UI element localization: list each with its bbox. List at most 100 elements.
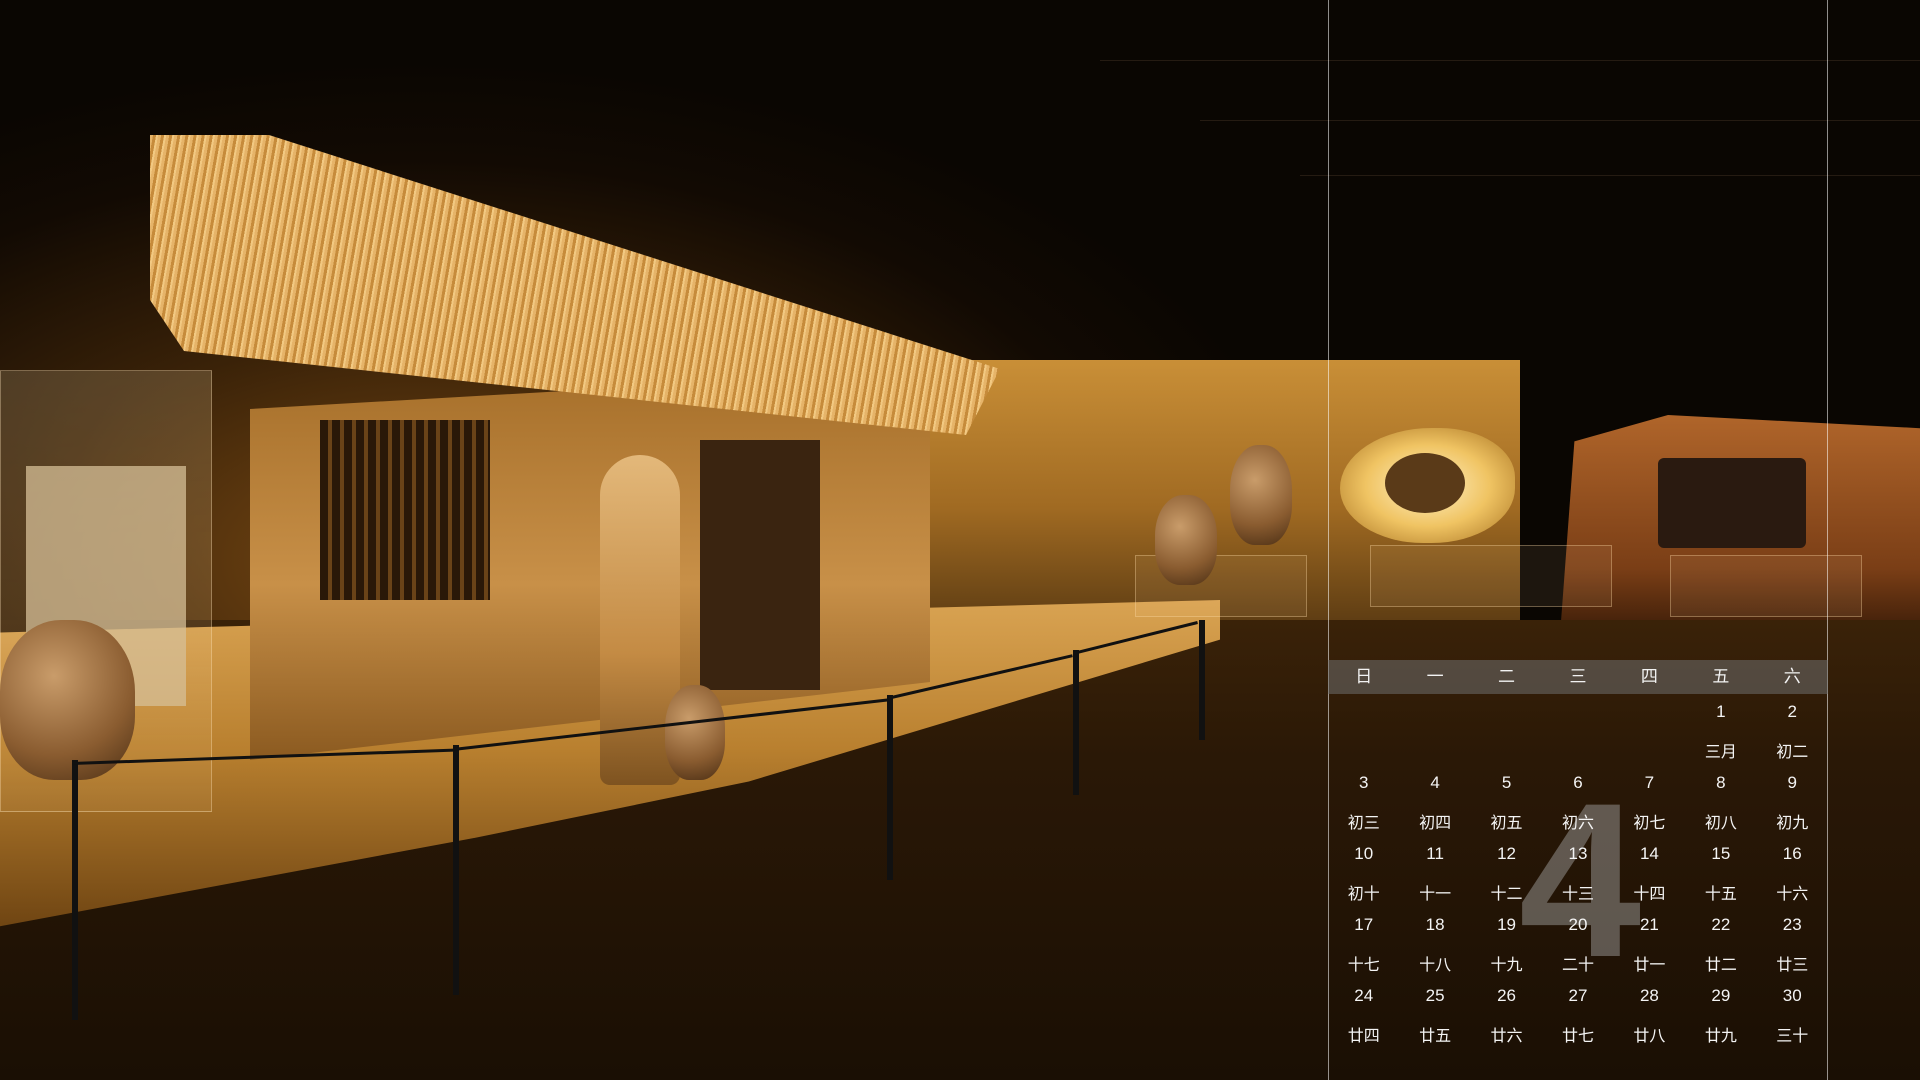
solar-day-number: 21 bbox=[1639, 915, 1659, 934]
solar-day-number: 18 bbox=[1425, 915, 1445, 934]
lunar-day-label: 初七 bbox=[1633, 813, 1666, 832]
lunar-day-label: 廿二 bbox=[1704, 955, 1737, 974]
calendar-empty-cell bbox=[1399, 696, 1470, 767]
solar-day-number: 2 bbox=[1787, 702, 1797, 721]
lunar-day-label: 初八 bbox=[1704, 813, 1737, 832]
barrier-post bbox=[1199, 620, 1205, 740]
weekday-label: 四 bbox=[1640, 667, 1658, 687]
calendar-day-cell: 25 廿五 bbox=[1399, 980, 1470, 1051]
calendar-day-cell: 27 廿七 bbox=[1542, 980, 1613, 1051]
calendar-day-cell: 10 初十 bbox=[1328, 838, 1399, 909]
weekday-label: 六 bbox=[1783, 667, 1801, 687]
calendar-day-cell: 8 初八 bbox=[1685, 767, 1756, 838]
lunar-day-label: 初三 bbox=[1347, 813, 1380, 832]
barrier-post bbox=[72, 760, 78, 1020]
solar-day-number: 17 bbox=[1354, 915, 1374, 934]
solar-day-number: 22 bbox=[1711, 915, 1731, 934]
calendar-day-cell: 14 十四 bbox=[1614, 838, 1685, 909]
lunar-day-label: 廿七 bbox=[1561, 1026, 1594, 1045]
calendar-day-cell: 26 廿六 bbox=[1471, 980, 1542, 1051]
calendar-day-cell: 29 廿九 bbox=[1685, 980, 1756, 1051]
calendar-week-row: 3 初三 4 初四 5 初五 6 初六 7 初七 8 初八 9 初九 bbox=[1328, 767, 1828, 838]
lunar-day-label: 廿五 bbox=[1419, 1026, 1452, 1045]
calendar-day-cell: 17 十七 bbox=[1328, 909, 1399, 980]
calendar-empty-cell bbox=[1471, 696, 1542, 767]
solar-day-number: 27 bbox=[1568, 986, 1588, 1005]
calendar-week-row: 17 十七 18 十八 19 十九 20 二十 21 廿一 22 廿二 23 廿三 bbox=[1328, 909, 1828, 980]
solar-day-number: 12 bbox=[1497, 844, 1517, 863]
lunar-day-label: 廿四 bbox=[1347, 1026, 1380, 1045]
solar-day-number: 28 bbox=[1639, 986, 1659, 1005]
thatched-hut-roof bbox=[150, 135, 1000, 435]
calendar-empty-cell bbox=[1328, 696, 1399, 767]
calendar-day-cell: 5 初五 bbox=[1471, 767, 1542, 838]
clay-jar bbox=[665, 685, 725, 780]
calendar-day-cell: 20 二十 bbox=[1542, 909, 1613, 980]
lunar-day-label: 初四 bbox=[1419, 813, 1452, 832]
solar-day-number: 13 bbox=[1568, 844, 1588, 863]
lunar-day-label: 十一 bbox=[1419, 884, 1452, 903]
calendar-day-cell: 7 初七 bbox=[1614, 767, 1685, 838]
calendar-week-row: 24 廿四 25 廿五 26 廿六 27 廿七 28 廿八 29 廿九 30 三十 bbox=[1328, 980, 1828, 1051]
calendar-day-cell: 1 三月 bbox=[1685, 696, 1756, 767]
solar-day-number: 11 bbox=[1426, 844, 1444, 863]
lunar-day-label: 十三 bbox=[1561, 884, 1594, 903]
lunar-day-label: 廿三 bbox=[1776, 955, 1809, 974]
calendar-day-cell: 24 廿四 bbox=[1328, 980, 1399, 1051]
calendar-week-row: 1 三月 2 初二 bbox=[1328, 696, 1828, 767]
calendar-day-cell: 21 廿一 bbox=[1614, 909, 1685, 980]
weekday-label: 五 bbox=[1712, 667, 1730, 687]
solar-day-number: 24 bbox=[1354, 986, 1374, 1005]
calendar-day-cell: 18 十八 bbox=[1399, 909, 1470, 980]
calendar-day-cell: 13 十三 bbox=[1542, 838, 1613, 909]
lunar-day-label: 廿九 bbox=[1704, 1026, 1737, 1045]
calendar-day-cell: 2 初二 bbox=[1757, 696, 1828, 767]
lunar-day-label: 初十 bbox=[1347, 884, 1380, 903]
weekday-label: 一 bbox=[1426, 667, 1444, 687]
lunar-day-label: 十五 bbox=[1704, 884, 1737, 903]
lunar-day-label: 十七 bbox=[1347, 955, 1380, 974]
calendar-day-cell: 4 初四 bbox=[1399, 767, 1470, 838]
weekday-label: 三 bbox=[1569, 667, 1587, 687]
solar-day-number: 14 bbox=[1639, 844, 1659, 863]
lunar-day-label: 十二 bbox=[1490, 884, 1523, 903]
solar-day-number: 29 bbox=[1711, 986, 1731, 1005]
pottery-vessel bbox=[1155, 495, 1217, 585]
calendar-day-cell: 3 初三 bbox=[1328, 767, 1399, 838]
calendar-day-cell: 6 初六 bbox=[1542, 767, 1613, 838]
lunar-day-label: 初六 bbox=[1561, 813, 1594, 832]
calendar-day-cell: 19 十九 bbox=[1471, 909, 1542, 980]
clay-urn bbox=[0, 620, 135, 780]
lunar-day-label: 十八 bbox=[1419, 955, 1452, 974]
lunar-day-label: 廿一 bbox=[1633, 955, 1666, 974]
solar-day-number: 1 bbox=[1716, 702, 1726, 721]
weekday-label: 日 bbox=[1355, 667, 1373, 687]
solar-day-number: 20 bbox=[1568, 915, 1588, 934]
lunar-day-label: 十九 bbox=[1490, 955, 1523, 974]
barrier-post bbox=[1073, 650, 1079, 795]
solar-day-number: 9 bbox=[1787, 773, 1797, 792]
solar-day-number: 5 bbox=[1501, 773, 1512, 792]
thatched-hut-window bbox=[320, 420, 490, 600]
solar-day-number: 15 bbox=[1711, 844, 1731, 863]
calendar-grid: 1 三月 2 初二 3 初三 4 初四 5 初五 6 初六 7 初七 8 初八 9 初九 10 初十 11 十一 12 十二 1… bbox=[1328, 696, 1828, 1051]
weekday-header: 日一二三四五六 bbox=[1328, 660, 1828, 694]
lunar-day-label: 三十 bbox=[1776, 1026, 1809, 1045]
calendar-day-cell: 23 廿三 bbox=[1757, 909, 1828, 980]
solar-day-number: 23 bbox=[1782, 915, 1802, 934]
lunar-day-label: 初九 bbox=[1776, 813, 1809, 832]
calendar-day-cell: 11 十一 bbox=[1399, 838, 1470, 909]
lunar-day-label: 十四 bbox=[1633, 884, 1666, 903]
calendar-day-cell: 22 廿二 bbox=[1685, 909, 1756, 980]
lunar-day-label: 二十 bbox=[1561, 955, 1594, 974]
solar-day-number: 26 bbox=[1497, 986, 1517, 1005]
thatched-hut-door bbox=[700, 440, 820, 690]
solar-day-number: 10 bbox=[1354, 844, 1374, 863]
solar-day-number: 4 bbox=[1430, 773, 1440, 792]
calendar-empty-cell bbox=[1614, 696, 1685, 767]
lunar-day-label: 廿六 bbox=[1490, 1026, 1523, 1045]
calendar-day-cell: 28 廿八 bbox=[1614, 980, 1685, 1051]
weekday-label: 二 bbox=[1498, 667, 1516, 687]
solar-day-number: 7 bbox=[1644, 773, 1655, 792]
lunar-day-label: 三月 bbox=[1704, 742, 1737, 761]
